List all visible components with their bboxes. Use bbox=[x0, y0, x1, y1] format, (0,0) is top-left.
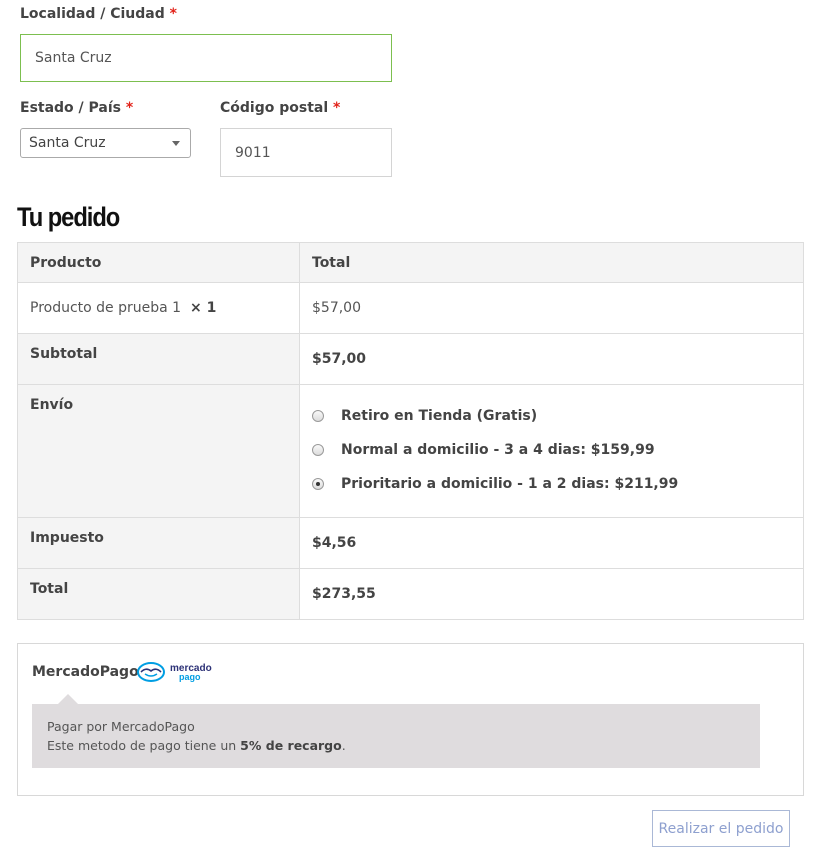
shipping-label: Envío bbox=[17, 384, 300, 518]
radio-button[interactable] bbox=[312, 410, 324, 422]
chevron-down-icon bbox=[172, 141, 180, 146]
order-total-label: Total bbox=[17, 568, 300, 620]
payment-desc-line2: Este metodo de pago tiene un 5% de recar… bbox=[47, 738, 346, 753]
state-label: Estado / País * bbox=[20, 100, 134, 116]
tax-label: Impuesto bbox=[17, 517, 300, 569]
product-name: Producto de prueba 1 bbox=[30, 300, 182, 316]
shipping-row: Envío Retiro en Tienda (Gratis) Normal a… bbox=[17, 384, 804, 518]
payment-description: Pagar por MercadoPago Este metodo de pag… bbox=[32, 694, 760, 768]
cart-item-row: Producto de prueba 1 × 1 $57,00 bbox=[17, 282, 804, 334]
col-product-header: Producto bbox=[17, 242, 300, 283]
col-total-header: Total bbox=[299, 242, 804, 283]
state-select[interactable]: Santa Cruz bbox=[20, 128, 191, 158]
shipping-methods: Retiro en Tienda (Gratis) Normal a domic… bbox=[312, 399, 791, 501]
subtotal-row: Subtotal $57,00 bbox=[17, 333, 804, 385]
order-review-table: Producto Total Producto de prueba 1 × 1 … bbox=[17, 242, 804, 620]
shipping-option[interactable]: Retiro en Tienda (Gratis) bbox=[312, 399, 791, 433]
shipping-option[interactable]: Prioritario a domicilio - 1 a 2 dias: $2… bbox=[312, 467, 791, 501]
subtotal-label: Subtotal bbox=[17, 333, 300, 385]
radio-button[interactable] bbox=[312, 478, 324, 490]
state-select-value: Santa Cruz bbox=[29, 135, 106, 151]
radio-button[interactable] bbox=[312, 444, 324, 456]
postcode-input[interactable]: 9011 bbox=[220, 128, 392, 177]
place-order-button[interactable]: Realizar el pedido bbox=[652, 810, 790, 847]
payment-method-label[interactable]: MercadoPago bbox=[32, 664, 139, 680]
subtotal-value: $57,00 bbox=[299, 333, 804, 385]
city-input[interactable]: Santa Cruz bbox=[20, 34, 392, 82]
mercadopago-logo: mercado pago bbox=[137, 662, 212, 682]
tax-row: Impuesto $4,56 bbox=[17, 517, 804, 569]
postcode-label: Código postal * bbox=[220, 100, 341, 116]
shipping-option[interactable]: Normal a domicilio - 3 a 4 dias: $159,99 bbox=[312, 433, 791, 467]
tax-value: $4,56 bbox=[299, 517, 804, 569]
payment-desc-line1: Pagar por MercadoPago bbox=[47, 719, 195, 734]
product-total: $57,00 bbox=[312, 300, 361, 316]
order-total-row: Total $273,55 bbox=[17, 568, 804, 620]
logo-word-pago: pago bbox=[179, 672, 201, 682]
order-heading: Tu pedido bbox=[17, 202, 120, 232]
product-qty: × 1 bbox=[189, 300, 217, 316]
payment-methods: MercadoPago mercado pago Pagar por Merca… bbox=[17, 643, 804, 796]
order-total-value: $273,55 bbox=[299, 568, 804, 620]
city-label: Localidad / Ciudad * bbox=[20, 6, 177, 22]
